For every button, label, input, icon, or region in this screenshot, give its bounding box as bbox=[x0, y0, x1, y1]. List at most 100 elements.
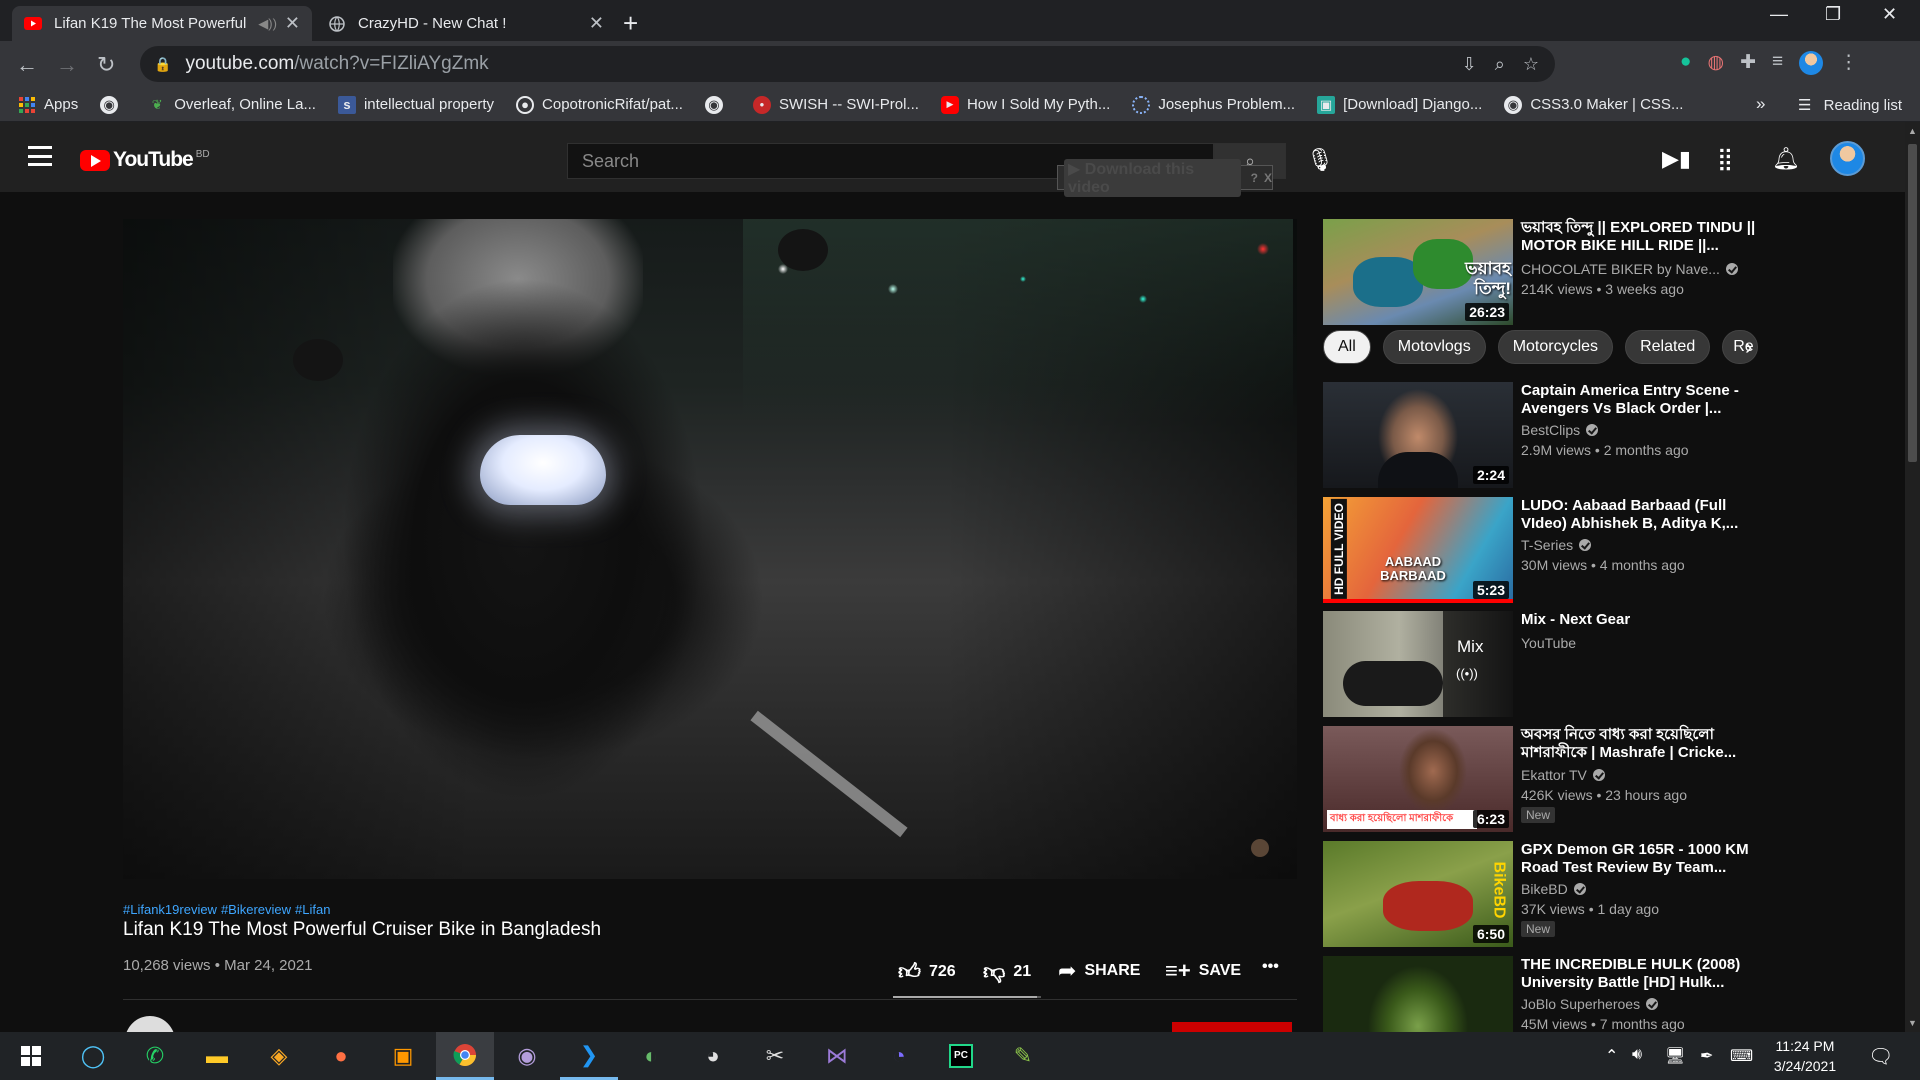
video-thumbnail[interactable]: ভয়াবহ তিন্দু! 26:23 bbox=[1323, 219, 1513, 325]
bookmark-globe[interactable]: ◉ bbox=[100, 95, 126, 114]
visual-studio-icon[interactable]: ⋈ bbox=[808, 1032, 866, 1080]
scrollbar-thumb[interactable] bbox=[1908, 144, 1917, 462]
extensions-puzzle-icon[interactable]: ✚ bbox=[1740, 51, 1756, 75]
windows-start-icon[interactable] bbox=[2, 1032, 60, 1080]
zoom-icon[interactable]: ⌕ bbox=[1495, 54, 1505, 75]
notifications-bell-icon[interactable]: 🔔︎ bbox=[1772, 146, 1800, 172]
video-thumbnail[interactable]: 2:24 bbox=[1323, 382, 1513, 488]
tab-youtube-video[interactable]: Lifan K19 The Most Powerful ◀)) ✕ bbox=[12, 6, 312, 41]
reading-list-button[interactable]: ☰ Reading list bbox=[1798, 96, 1902, 114]
like-button[interactable]: 👍︎ 726 bbox=[898, 958, 956, 985]
bookmark-josephus[interactable]: Josephus Problem... bbox=[1132, 95, 1295, 114]
download-video-button[interactable]: ▶ Download this video ? X bbox=[1057, 158, 1273, 197]
recommended-video[interactable]: THE INCREDIBLE HULK (2008) University Ba… bbox=[1323, 956, 1763, 1032]
bookmarks-overflow-button[interactable]: » bbox=[1756, 94, 1765, 114]
pycharm-icon[interactable]: PC bbox=[932, 1032, 990, 1080]
account-avatar[interactable] bbox=[1830, 141, 1865, 176]
hamburger-menu-icon[interactable] bbox=[28, 146, 52, 166]
audio-playing-icon[interactable]: ◀)) bbox=[258, 16, 277, 32]
media-control-icon[interactable]: ≡ bbox=[1772, 51, 1783, 75]
chip-all[interactable]: All bbox=[1323, 330, 1371, 364]
bookmark-apps[interactable]: Apps bbox=[18, 96, 78, 114]
chip-motorcycles[interactable]: Motorcycles bbox=[1497, 330, 1614, 364]
app-icon[interactable]: ◕ bbox=[684, 1032, 742, 1080]
video-thumbnail[interactable]: বাধ্য করা হয়েছিলো মাশরাফীকে 6:23 bbox=[1323, 726, 1513, 832]
messenger-icon[interactable]: ◔ bbox=[870, 1032, 928, 1080]
mix-thumbnail[interactable]: Mix ((•)) bbox=[1323, 611, 1513, 717]
chips-next-chevron-icon[interactable]: › bbox=[1745, 334, 1752, 360]
globe-app-icon[interactable]: ◐ bbox=[622, 1032, 680, 1080]
chip-related[interactable]: Related bbox=[1625, 330, 1711, 364]
lock-icon[interactable]: 🔒 bbox=[154, 56, 171, 73]
recommended-video[interactable]: HD FULL VIDEO AABAAD BARBAAD 5:23 LUDO: … bbox=[1323, 497, 1763, 603]
minimize-window-icon[interactable]: — bbox=[1770, 4, 1788, 25]
extension-icon[interactable]: ◍ bbox=[1707, 51, 1724, 75]
more-actions-button[interactable]: ••• bbox=[1262, 958, 1279, 976]
hashtag-link[interactable]: #Lifank19review bbox=[123, 902, 217, 917]
forward-icon[interactable]: → bbox=[56, 52, 78, 78]
snipping-tool-icon[interactable]: ✂ bbox=[746, 1032, 804, 1080]
chrome-icon[interactable] bbox=[436, 1032, 494, 1080]
create-video-icon[interactable]: ▶▮ bbox=[1662, 146, 1691, 172]
recommended-mix[interactable]: Mix ((•)) Mix - Next Gear YouTube bbox=[1323, 611, 1763, 717]
recommended-video[interactable]: 2:24 Captain America Entry Scene - Aveng… bbox=[1323, 382, 1763, 488]
address-bar[interactable]: 🔒 youtube.com /watch?v=FIZliAYgZmk ⇩ ⌕ ☆ bbox=[140, 46, 1555, 82]
recommended-video[interactable]: ভয়াবহ তিন্দু! 26:23 ভয়াবহ তিন্দু || EX… bbox=[1323, 219, 1763, 325]
channel-watermark-icon[interactable] bbox=[1251, 839, 1269, 857]
show-hidden-icons-chevron-icon[interactable]: ⌃ bbox=[1605, 1046, 1618, 1066]
recommended-video[interactable]: বাধ্য করা হয়েছিলো মাশরাফীকে 6:23 অবসর ন… bbox=[1323, 726, 1763, 832]
tab-close-icon[interactable]: ✕ bbox=[285, 13, 300, 34]
chip-motovlogs[interactable]: Motovlogs bbox=[1382, 330, 1486, 364]
bookmark-star-icon[interactable]: ☆ bbox=[1523, 54, 1539, 75]
bookmark-globe-2[interactable]: ◉ bbox=[704, 95, 731, 114]
tab-close-icon[interactable]: ✕ bbox=[589, 13, 604, 34]
action-center-icon[interactable]: 🗨︎ bbox=[1868, 1044, 1893, 1069]
download-close-icon[interactable]: X bbox=[1264, 171, 1272, 185]
reload-icon[interactable]: ↻ bbox=[97, 52, 115, 78]
video-thumbnail[interactable]: HD FULL VIDEO AABAAD BARBAAD 5:23 bbox=[1323, 497, 1513, 603]
brave-browser-icon[interactable]: ◈ bbox=[250, 1032, 308, 1080]
save-button[interactable]: ≡+ SAVE bbox=[1165, 958, 1241, 984]
network-icon[interactable]: 🖥︎ bbox=[1665, 1046, 1685, 1066]
bookmark-django[interactable]: ▣ [Download] Django... bbox=[1317, 95, 1482, 114]
bookmark-github[interactable]: ● CopotronicRifat/pat... bbox=[516, 95, 683, 114]
search-cortana-icon[interactable]: ◯ bbox=[64, 1032, 122, 1080]
new-tab-button[interactable]: + bbox=[623, 8, 638, 39]
chip-recent[interactable]: Re bbox=[1722, 330, 1759, 364]
hashtag-link[interactable]: #Lifan bbox=[295, 902, 330, 917]
close-window-icon[interactable]: ✕ bbox=[1882, 4, 1897, 25]
youtube-logo[interactable]: YouTube BD bbox=[80, 148, 210, 172]
pen-icon[interactable]: ✒ bbox=[1700, 1046, 1713, 1066]
video-thumbnail[interactable]: BikeBD 6:50 bbox=[1323, 841, 1513, 947]
tab-crazyhd[interactable]: CrazyHD - New Chat ! ✕ bbox=[316, 6, 616, 41]
video-thumbnail[interactable] bbox=[1323, 956, 1513, 1032]
grammarly-extension-icon[interactable]: ● bbox=[1680, 51, 1691, 75]
bookmark-youtube-python[interactable]: ▶ How I Sold My Pyth... bbox=[940, 95, 1110, 114]
apps-grid-icon[interactable]: ⣿ bbox=[1717, 146, 1733, 172]
file-explorer-icon[interactable]: ▬ bbox=[188, 1032, 246, 1080]
system-clock[interactable]: 11:24 PM 3/24/2021 bbox=[1760, 1036, 1850, 1076]
bookmark-swish[interactable]: • SWISH -- SWI-Prol... bbox=[752, 95, 919, 114]
volume-icon[interactable]: 🔊︎ bbox=[1632, 1046, 1642, 1064]
share-button[interactable]: ➦ SHARE bbox=[1058, 958, 1140, 984]
install-app-icon[interactable]: ⇩ bbox=[1462, 54, 1477, 75]
notepad-icon[interactable]: ✎ bbox=[994, 1032, 1052, 1080]
microphone-icon[interactable]: 🎙 bbox=[1306, 147, 1334, 173]
scroll-down-icon[interactable]: ▼ bbox=[1908, 1018, 1917, 1028]
whatsapp-icon[interactable]: ✆ bbox=[126, 1032, 184, 1080]
firefox-icon[interactable]: ● bbox=[312, 1032, 370, 1080]
scroll-up-icon[interactable]: ▲ bbox=[1908, 126, 1917, 136]
bookmark-intellectual-property[interactable]: s intellectual property bbox=[337, 95, 494, 114]
download-help-icon[interactable]: ? bbox=[1251, 171, 1258, 185]
restore-window-icon[interactable]: ❐ bbox=[1825, 4, 1841, 25]
hashtag-link[interactable]: #Bikereview bbox=[221, 902, 291, 917]
video-player[interactable] bbox=[123, 219, 1297, 879]
app-tile-icon[interactable]: ▣ bbox=[374, 1032, 432, 1080]
github-desktop-icon[interactable]: ◉ bbox=[498, 1032, 556, 1080]
dislike-button[interactable]: 👎︎ 21 bbox=[983, 958, 1031, 985]
bookmark-css-maker[interactable]: ◉ CSS3.0 Maker | CSS... bbox=[1504, 95, 1683, 114]
vscode-icon[interactable]: ❯ bbox=[560, 1032, 618, 1080]
page-scrollbar[interactable]: ▲ ▼ bbox=[1905, 122, 1920, 1032]
keyboard-icon[interactable]: ⌨ bbox=[1730, 1046, 1753, 1066]
bookmark-overleaf[interactable]: ❦ Overleaf, Online La... bbox=[148, 96, 316, 114]
